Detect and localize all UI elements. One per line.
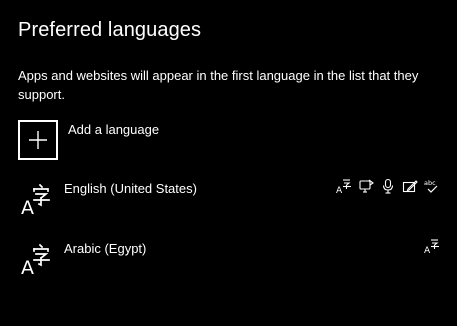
svg-text:A: A [21, 197, 34, 215]
svg-text:A: A [424, 246, 431, 254]
add-language-label: Add a language [68, 122, 160, 137]
language-icon: A [21, 183, 50, 215]
language-item-arabic[interactable]: A Arabic (Egypt) A [18, 238, 446, 282]
svg-text:A: A [336, 186, 343, 194]
language-item-english[interactable]: A English (United States) A abc [18, 178, 446, 222]
svg-text:abc: abc [424, 179, 436, 187]
language-icon: A [21, 243, 50, 275]
spell-check-icon: abc [424, 178, 440, 194]
language-name: English (United States) [64, 181, 197, 196]
plus-icon [29, 131, 47, 149]
language-name: Arabic (Egypt) [64, 241, 147, 256]
speech-recognition-icon [380, 178, 396, 194]
handwriting-icon [402, 178, 418, 194]
display-language-icon: A [336, 178, 352, 194]
text-to-speech-icon [358, 178, 374, 194]
language-features: A [336, 178, 440, 194]
svg-text:A: A [21, 257, 34, 275]
language-features: A [424, 238, 440, 254]
plus-icon-box[interactable] [18, 120, 58, 160]
display-language-icon: A [424, 238, 440, 254]
add-language-button[interactable]: Add a language [18, 120, 159, 160]
page-title: Preferred languages [18, 19, 202, 41]
page-description: Apps and websites will appear in the fir… [18, 68, 419, 102]
